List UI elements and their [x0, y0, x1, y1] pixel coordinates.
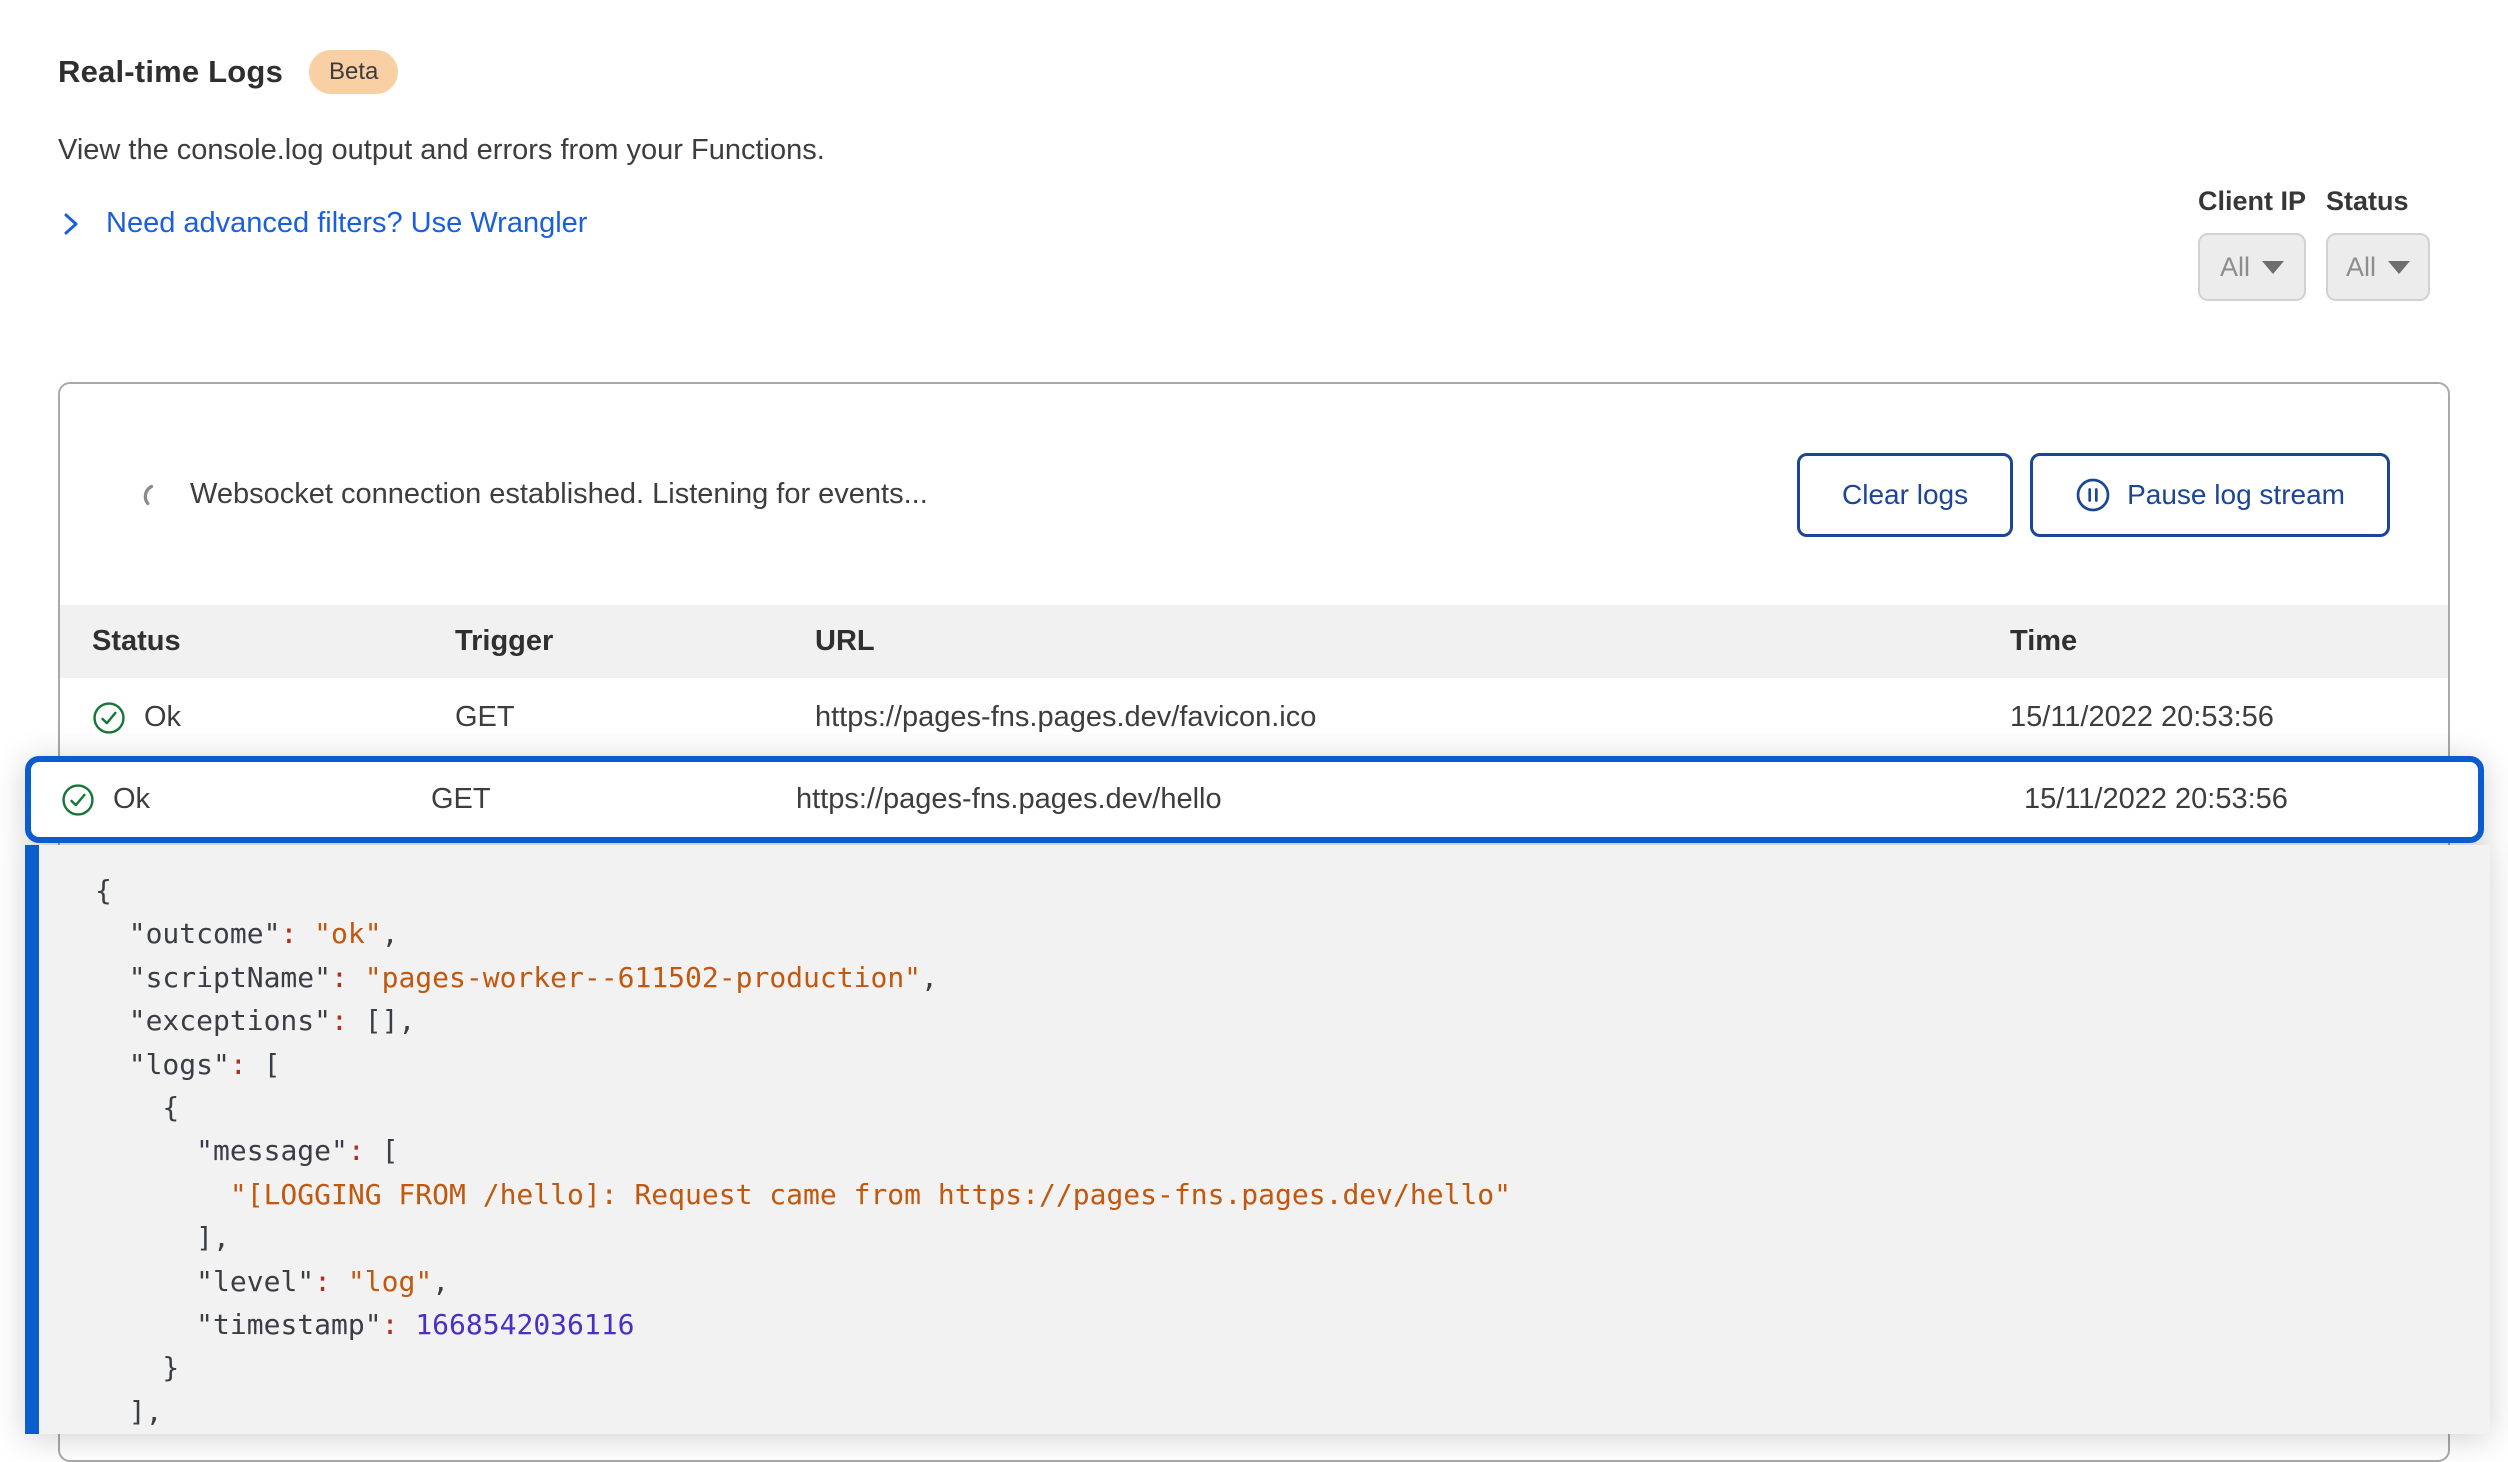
code-line: }: [95, 1346, 2490, 1389]
page-header: Real-time Logs Beta View the console.log…: [58, 50, 825, 240]
trigger-value: GET: [431, 783, 796, 816]
column-header-time: Time: [2010, 625, 2448, 658]
table-header: Status Trigger URL Time: [60, 605, 2448, 678]
code-line: {: [95, 869, 2490, 912]
status-filter-value: All: [2346, 252, 2376, 283]
chevron-right-icon: [58, 209, 84, 239]
code-line: ],: [95, 1216, 2490, 1259]
pause-log-stream-button[interactable]: Pause log stream: [2030, 453, 2390, 537]
code-line: ],: [95, 1390, 2490, 1433]
expanded-log-entry: Ok GET https://pages-fns.pages.dev/hello…: [25, 756, 2484, 1434]
code-line: "outcome": "ok",: [95, 912, 2490, 955]
status-value: Ok: [113, 783, 150, 816]
trigger-value: GET: [455, 701, 815, 734]
column-header-trigger: Trigger: [455, 625, 815, 658]
status-dropdown[interactable]: All: [2326, 233, 2430, 301]
wrangler-link[interactable]: Need advanced filters? Use Wrangler: [106, 207, 587, 240]
log-json-output: { "outcome": "ok", "scriptName": "pages-…: [39, 845, 2490, 1433]
client-ip-filter-group: Client IP All: [2198, 186, 2306, 301]
log-row[interactable]: Ok GET https://pages-fns.pages.dev/favic…: [60, 678, 2448, 757]
wrangler-link-row[interactable]: Need advanced filters? Use Wrangler: [58, 207, 825, 240]
check-circle-icon: [61, 783, 95, 817]
websocket-status-message: Websocket connection established. Listen…: [190, 478, 928, 511]
url-value: https://pages-fns.pages.dev/favicon.ico: [815, 701, 2010, 734]
beta-badge: Beta: [309, 50, 398, 94]
caret-down-icon: [2388, 261, 2410, 274]
page-title: Real-time Logs: [58, 54, 283, 90]
spinner-icon: [140, 478, 170, 512]
clear-logs-label: Clear logs: [1842, 479, 1968, 511]
page-description: View the console.log output and errors f…: [58, 134, 825, 167]
client-ip-value: All: [2220, 252, 2250, 283]
clear-logs-button[interactable]: Clear logs: [1797, 453, 2013, 537]
code-line: "logs": [: [95, 1043, 2490, 1086]
time-value: 15/11/2022 20:53:56: [2024, 783, 2478, 816]
caret-down-icon: [2262, 261, 2284, 274]
pause-log-stream-label: Pause log stream: [2127, 479, 2345, 511]
code-line: "timestamp": 1668542036116: [95, 1303, 2490, 1346]
websocket-status-row: Websocket connection established. Listen…: [60, 384, 2448, 605]
time-value: 15/11/2022 20:53:56: [2010, 701, 2448, 734]
client-ip-dropdown[interactable]: All: [2198, 233, 2306, 301]
code-line: "scriptName": "pages-worker--611502-prod…: [95, 956, 2490, 999]
code-line: "[LOGGING FROM /hello]: Request came fro…: [95, 1173, 2490, 1216]
client-ip-label: Client IP: [2198, 186, 2306, 217]
url-value: https://pages-fns.pages.dev/hello: [796, 783, 2024, 816]
code-line: "message": [: [95, 1129, 2490, 1172]
expanded-log-details: { "outcome": "ok", "scriptName": "pages-…: [25, 845, 2490, 1434]
column-header-url: URL: [815, 625, 2010, 658]
expanded-log-row[interactable]: Ok GET https://pages-fns.pages.dev/hello…: [25, 756, 2484, 843]
code-line: {: [95, 1086, 2490, 1129]
status-filter-group: Status All: [2326, 186, 2430, 301]
column-header-status: Status: [92, 625, 455, 658]
status-value: Ok: [144, 701, 181, 734]
check-circle-icon: [92, 701, 126, 735]
status-filter-label: Status: [2326, 186, 2430, 217]
pause-icon: [2075, 477, 2111, 513]
code-line: "exceptions": [],: [95, 999, 2490, 1042]
code-line: "level": "log",: [95, 1260, 2490, 1303]
filters: Client IP All Status All: [2198, 186, 2430, 301]
